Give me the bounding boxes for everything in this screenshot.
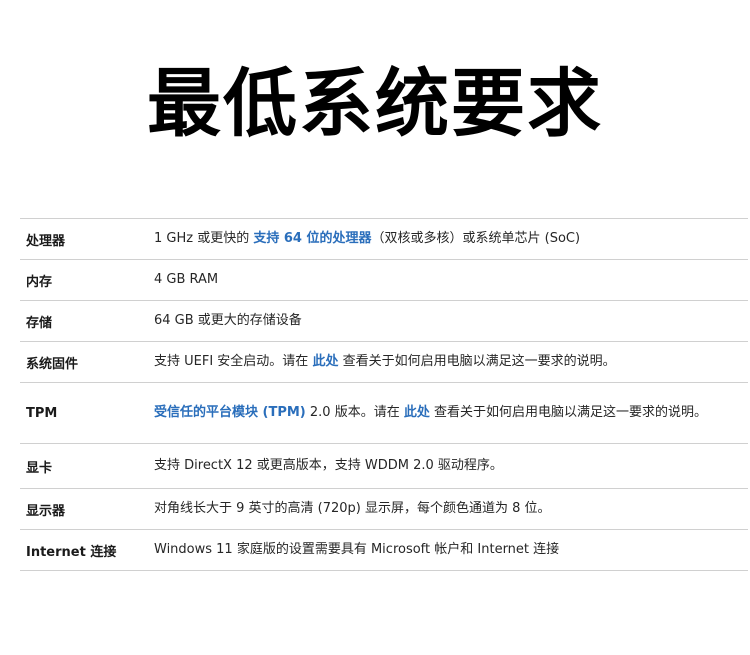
requirement-row-memory: 内存 4 GB RAM <box>20 260 748 301</box>
tpm-here-link[interactable]: 此处 <box>404 405 430 420</box>
requirement-label: 内存 <box>26 274 53 290</box>
value-text: Windows 11 家庭版的设置需要具有 Microsoft 帐户和 Inte… <box>154 542 560 557</box>
requirement-row-tpm: TPM 受信任的平台模块 (TPM) 2.0 版本。请在 此处 查看关于如何启用… <box>20 383 748 444</box>
requirement-row-storage: 存储 64 GB 或更大的存储设备 <box>20 301 748 342</box>
requirement-value: 支持 DirectX 12 或更高版本，支持 WDDM 2.0 驱动程序。 <box>154 456 748 476</box>
value-text: 对角线长大于 9 英寸的高清 (720p) 显示屏，每个颜色通道为 8 位。 <box>154 501 551 516</box>
requirement-row-internet: Internet 连接 Windows 11 家庭版的设置需要具有 Micros… <box>20 530 748 571</box>
value-text: 4 GB RAM <box>154 272 219 287</box>
page-title: 最低系统要求 <box>147 61 603 147</box>
processor-support-link[interactable]: 支持 64 位的处理器 <box>253 231 371 246</box>
value-text: 查看关于如何启用电脑以满足这一要求的说明。 <box>338 354 616 369</box>
firmware-here-link[interactable]: 此处 <box>312 354 338 369</box>
requirement-label: 显示器 <box>26 503 66 519</box>
requirement-value: 4 GB RAM <box>154 270 748 290</box>
requirement-row-graphics: 显卡 支持 DirectX 12 或更高版本，支持 WDDM 2.0 驱动程序。 <box>20 444 748 489</box>
requirement-label: 处理器 <box>26 233 66 249</box>
requirement-row-display: 显示器 对角线长大于 9 英寸的高清 (720p) 显示屏，每个颜色通道为 8 … <box>20 489 748 530</box>
value-text: 2.0 版本。请在 <box>305 405 404 420</box>
value-text: 1 GHz 或更快的 <box>154 231 254 246</box>
requirement-label: TPM <box>26 405 58 421</box>
value-text: 支持 DirectX 12 或更高版本，支持 WDDM 2.0 驱动程序。 <box>154 458 503 473</box>
requirement-label: Internet 连接 <box>26 544 117 560</box>
value-text: 64 GB 或更大的存储设备 <box>154 313 302 328</box>
value-text: 支持 UEFI 安全启动。请在 <box>154 354 313 369</box>
requirement-row-processor: 处理器 1 GHz 或更快的 支持 64 位的处理器（双核或多核）或系统单芯片 … <box>20 219 748 260</box>
requirement-label: 存储 <box>26 315 53 331</box>
requirement-value: 1 GHz 或更快的 支持 64 位的处理器（双核或多核）或系统单芯片 (SoC… <box>154 229 748 249</box>
value-text: （双核或多核）或系统单芯片 (SoC) <box>371 231 581 246</box>
requirements-table: 处理器 1 GHz 或更快的 支持 64 位的处理器（双核或多核）或系统单芯片 … <box>20 218 748 571</box>
requirement-value: Windows 11 家庭版的设置需要具有 Microsoft 帐户和 Inte… <box>154 540 748 560</box>
requirement-value: 对角线长大于 9 英寸的高清 (720p) 显示屏，每个颜色通道为 8 位。 <box>154 499 748 519</box>
requirement-row-firmware: 系统固件 支持 UEFI 安全启动。请在 此处 查看关于如何启用电脑以满足这一要… <box>20 342 748 383</box>
requirement-label: 显卡 <box>26 460 53 476</box>
tpm-link[interactable]: 受信任的平台模块 (TPM) <box>154 405 306 420</box>
requirement-value: 支持 UEFI 安全启动。请在 此处 查看关于如何启用电脑以满足这一要求的说明。 <box>154 352 748 372</box>
requirement-label: 系统固件 <box>26 356 79 372</box>
value-text: 查看关于如何启用电脑以满足这一要求的说明。 <box>429 405 707 420</box>
requirement-value: 受信任的平台模块 (TPM) 2.0 版本。请在 此处 查看关于如何启用电脑以满… <box>154 403 748 423</box>
requirement-value: 64 GB 或更大的存储设备 <box>154 311 748 331</box>
